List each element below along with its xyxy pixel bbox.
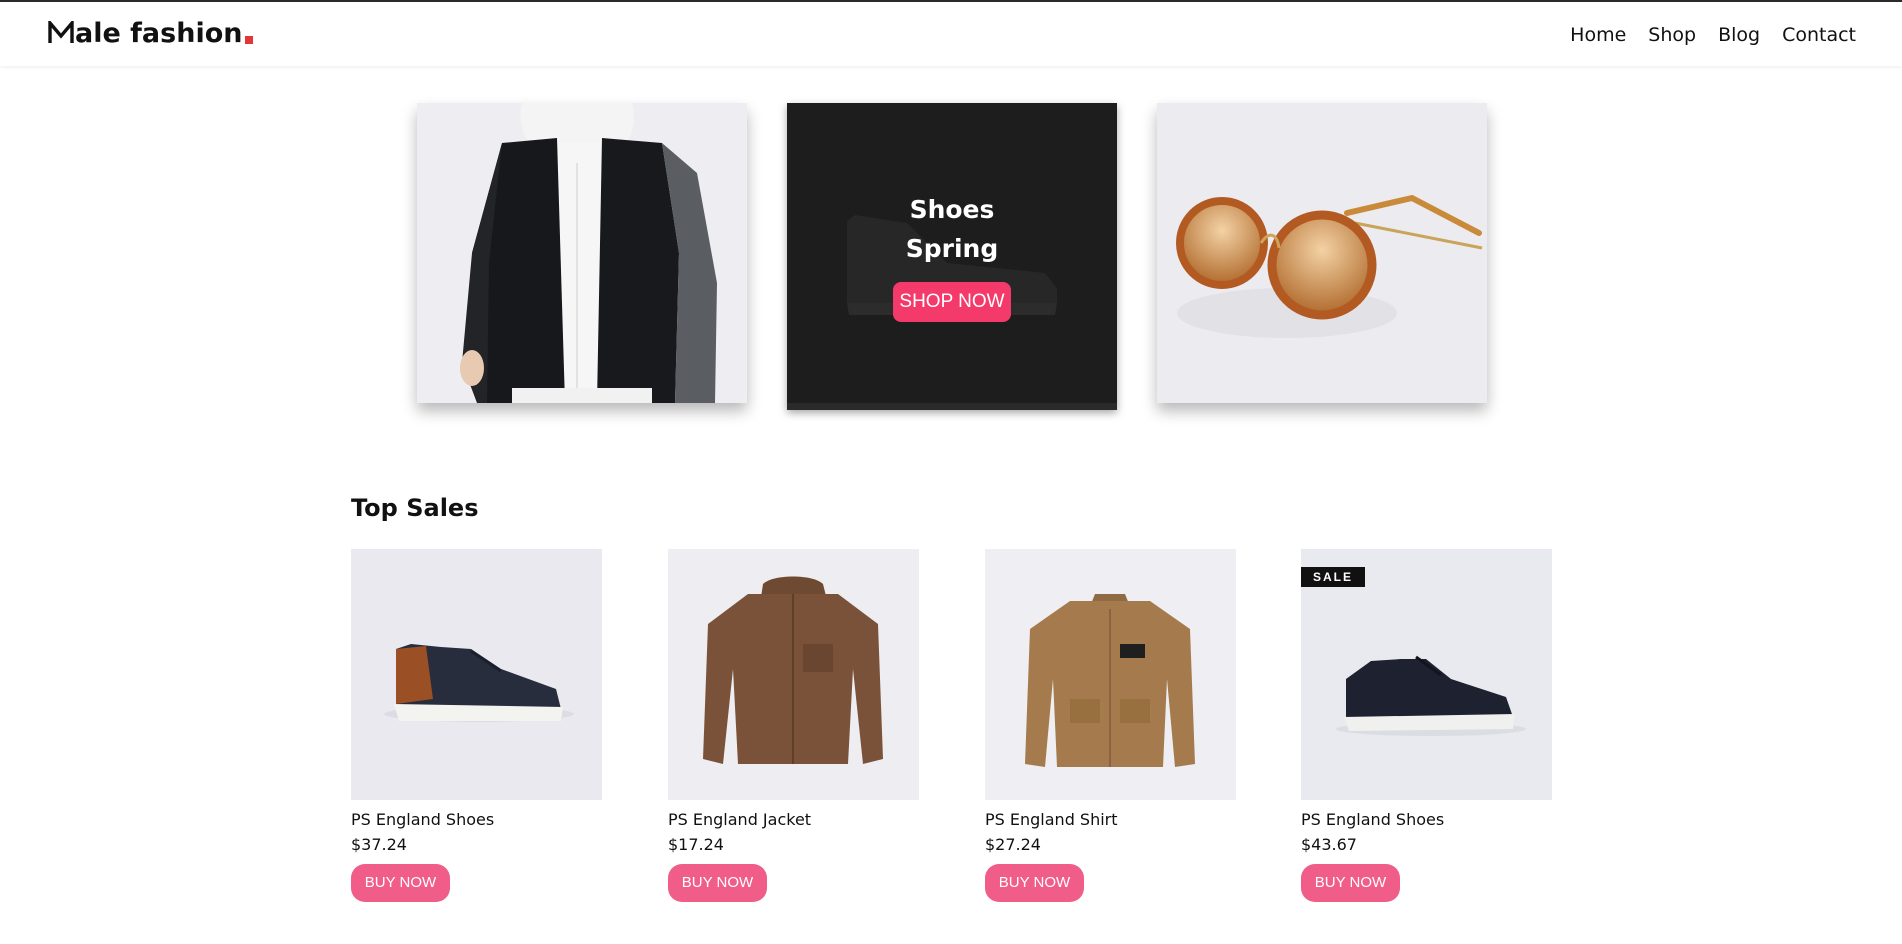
logo-m-glyph [48,21,74,43]
main-nav: Home Shop Blog Contact [1548,20,1856,50]
banner-promo[interactable]: Shoes Spring SHOP NOW [787,103,1117,410]
product-image[interactable] [668,549,919,800]
product-image[interactable]: SALE [1301,549,1552,800]
site-logo[interactable]: ale fashion [48,16,254,50]
sneaker-brown-navy-image [351,549,602,800]
jacket-image [417,103,747,403]
buy-now-button[interactable]: BUY NOW [1301,864,1400,902]
promo-title-line1: Shoes [909,195,995,224]
nav-blog[interactable]: Blog [1718,20,1760,50]
site-header: ale fashion Home Shop Blog Contact [0,2,1902,66]
product-name[interactable]: PS England Shoes [351,810,602,829]
shop-now-button[interactable]: SHOP NOW [893,282,1011,322]
buy-now-button[interactable]: BUY NOW [351,864,450,902]
product-price: $17.24 [668,835,724,854]
banner-jacket[interactable] [417,103,747,403]
promo-title-line2: Spring [905,234,999,263]
sale-badge: SALE [1301,567,1366,587]
product-card: PS England Shoes $37.24 BUY NOW [351,549,602,902]
product-price: $43.67 [1301,835,1357,854]
product-card: PS England Jacket $17.24 BUY NOW [668,549,919,902]
brown-jacket-image [668,549,919,800]
banner-sunglasses[interactable] [1157,103,1487,403]
nav-home[interactable]: Home [1570,20,1626,50]
nav-shop[interactable]: Shop [1648,20,1696,50]
buy-now-button[interactable]: BUY NOW [985,864,1084,902]
buy-now-button[interactable]: BUY NOW [668,864,767,902]
logo-accent-dot [245,36,254,44]
product-card: PS England Shirt $27.24 BUY NOW [985,549,1236,902]
product-name[interactable]: PS England Shoes [1301,810,1552,829]
sunglasses-image [1157,103,1487,403]
nav-contact[interactable]: Contact [1782,20,1856,50]
product-image[interactable] [351,549,602,800]
product-name[interactable]: PS England Shirt [985,810,1236,829]
product-image[interactable] [985,549,1236,800]
product-price: $27.24 [985,835,1041,854]
logo-text: ale fashion [75,17,243,49]
top-sales-title: Top Sales [351,494,479,522]
product-name[interactable]: PS England Jacket [668,810,919,829]
camel-shirt-image [985,549,1236,800]
product-card: SALE PS England Shoes $43.67 BUY NOW [1301,549,1552,902]
product-price: $37.24 [351,835,407,854]
